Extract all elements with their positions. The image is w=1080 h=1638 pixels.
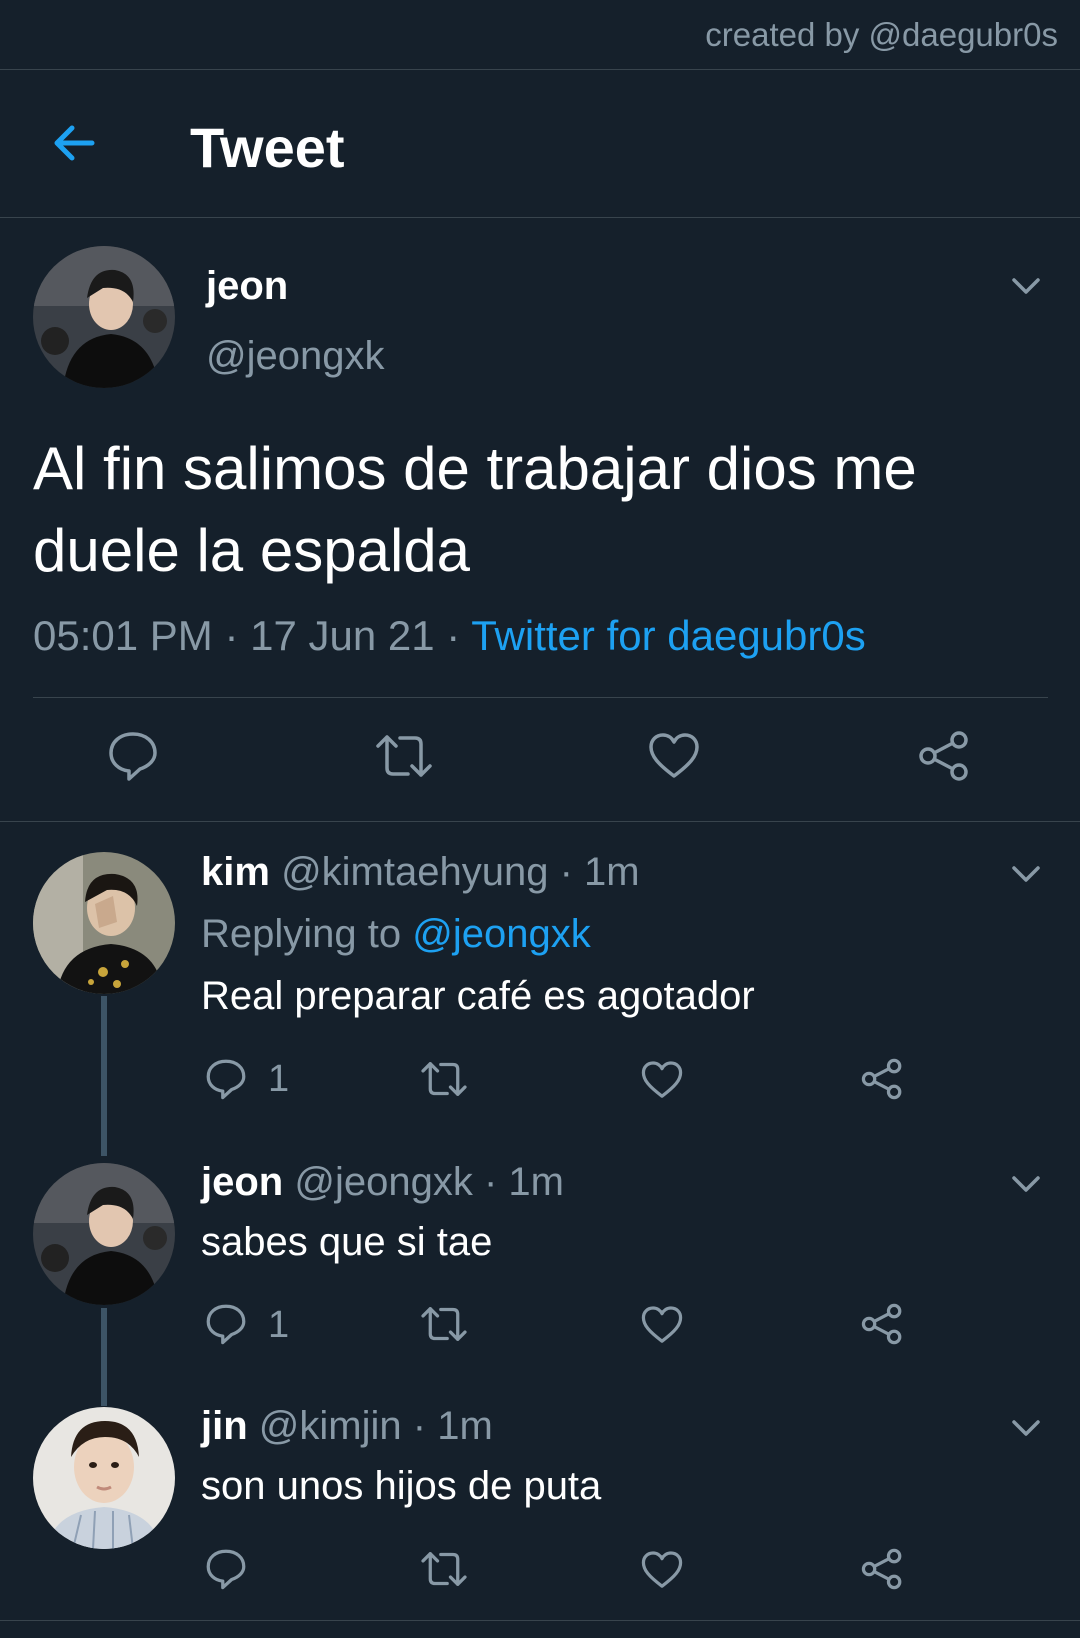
like-icon bbox=[641, 1061, 683, 1098]
avatar-jeon[interactable] bbox=[33, 1163, 175, 1305]
divider bbox=[33, 697, 1048, 698]
retweet-icon bbox=[376, 735, 432, 777]
reply-count: 1 bbox=[268, 1304, 290, 1346]
reply-header: jeon @jeongxk · 1m bbox=[201, 1160, 564, 1204]
divider bbox=[0, 1620, 1080, 1621]
chevron-down-icon[interactable] bbox=[1008, 1166, 1044, 1202]
retweet-button[interactable] bbox=[419, 1058, 469, 1100]
reply-icon bbox=[109, 732, 157, 781]
header-bar: Tweet bbox=[0, 70, 1080, 217]
like-icon bbox=[641, 1306, 683, 1343]
like-button[interactable] bbox=[641, 1060, 683, 1100]
thread-line bbox=[101, 1308, 107, 1406]
tweet-source-link[interactable]: Twitter for daegubr0s bbox=[471, 612, 866, 659]
reply-author-name[interactable]: jeon bbox=[201, 1160, 283, 1204]
share-button[interactable] bbox=[918, 730, 970, 782]
chevron-down-icon[interactable] bbox=[1008, 856, 1044, 892]
reply-text: Real preparar café es agotador bbox=[201, 974, 755, 1018]
page-title: Tweet bbox=[190, 116, 345, 179]
reply-text: son unos hijos de puta bbox=[201, 1464, 602, 1508]
like-button[interactable] bbox=[648, 732, 700, 780]
retweet-button[interactable] bbox=[374, 730, 434, 782]
reply-button[interactable] bbox=[205, 1548, 247, 1590]
reply-icon bbox=[206, 1059, 246, 1100]
author-handle[interactable]: @jeongxk bbox=[206, 334, 384, 379]
reply-author-name[interactable]: jin bbox=[201, 1404, 248, 1448]
share-icon bbox=[861, 1548, 902, 1590]
reply-author-name[interactable]: kim bbox=[201, 850, 270, 894]
like-button[interactable] bbox=[641, 1305, 683, 1345]
divider bbox=[0, 821, 1080, 822]
reply-icon bbox=[206, 1549, 246, 1590]
reply-author-handle[interactable]: @kimjin bbox=[259, 1404, 402, 1448]
reply-icon bbox=[206, 1304, 246, 1345]
tweet-date: 17 Jun 21 bbox=[250, 612, 435, 659]
reply-age: 1m bbox=[584, 850, 640, 894]
tweet-text: Al fin salimos de trabajar dios me duele… bbox=[33, 435, 917, 584]
reply-author-handle[interactable]: @jeongxk bbox=[294, 1160, 472, 1204]
retweet-icon bbox=[421, 1062, 467, 1096]
reply-button[interactable] bbox=[107, 730, 159, 782]
tweet-meta: 05:01 PM · 17 Jun 21 · Twitter for daegu… bbox=[33, 612, 866, 659]
share-icon bbox=[861, 1058, 902, 1100]
like-icon bbox=[649, 733, 699, 778]
chevron-down-icon[interactable] bbox=[1008, 1410, 1044, 1446]
share-button[interactable] bbox=[861, 1303, 903, 1345]
reply-button[interactable] bbox=[205, 1303, 247, 1345]
chevron-down-icon[interactable] bbox=[1008, 268, 1044, 304]
credit-watermark: created by @daegubr0s bbox=[705, 16, 1058, 53]
share-button[interactable] bbox=[861, 1548, 903, 1590]
author-name[interactable]: jeon bbox=[206, 264, 288, 309]
tweet-time: 05:01 PM bbox=[33, 612, 213, 659]
reply-count: 1 bbox=[268, 1058, 290, 1100]
share-icon bbox=[861, 1303, 902, 1345]
replying-to-handle[interactable]: @jeongxk bbox=[412, 912, 590, 956]
like-icon bbox=[641, 1551, 683, 1588]
reply-header: kim @kimtaehyung · 1m bbox=[201, 850, 640, 894]
share-button[interactable] bbox=[861, 1058, 903, 1100]
share-icon bbox=[919, 731, 968, 781]
divider bbox=[0, 217, 1080, 218]
thread-line bbox=[101, 996, 107, 1156]
retweet-icon bbox=[421, 1307, 467, 1341]
retweet-button[interactable] bbox=[419, 1303, 469, 1345]
reply-age: 1m bbox=[508, 1160, 564, 1204]
avatar-jeon[interactable] bbox=[33, 246, 175, 388]
avatar-jin[interactable] bbox=[33, 1407, 175, 1549]
reply-author-handle[interactable]: @kimtaehyung bbox=[281, 850, 548, 894]
replying-to: Replying to @jeongxk bbox=[201, 912, 591, 956]
like-button[interactable] bbox=[641, 1550, 683, 1590]
retweet-button[interactable] bbox=[419, 1548, 469, 1590]
retweet-icon bbox=[421, 1552, 467, 1586]
back-arrow-icon[interactable] bbox=[48, 116, 102, 170]
avatar-kim[interactable] bbox=[33, 852, 175, 994]
reply-header: jin @kimjin · 1m bbox=[201, 1404, 493, 1448]
reply-button[interactable] bbox=[205, 1058, 247, 1100]
reply-age: 1m bbox=[437, 1404, 493, 1448]
reply-text: sabes que si tae bbox=[201, 1220, 493, 1264]
